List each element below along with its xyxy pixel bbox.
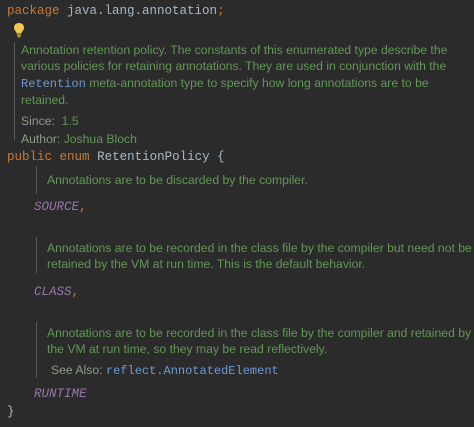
since-value: 1.5 bbox=[61, 114, 79, 129]
class-javadoc: Annotation retention policy. The constan… bbox=[14, 42, 473, 146]
class-constant: CLASS bbox=[34, 285, 72, 299]
runtime-javadoc: Annotations are to be recorded in the cl… bbox=[36, 322, 474, 378]
author-value: Joshua Bloch bbox=[63, 132, 137, 147]
author-label: Author: bbox=[21, 132, 61, 147]
author-tag: Author: Joshua Bloch bbox=[21, 131, 473, 147]
lightbulb-icon[interactable] bbox=[13, 22, 25, 38]
comma: , bbox=[79, 200, 87, 214]
package-name: java.lang.annotation bbox=[67, 4, 218, 18]
enum-constant-class[interactable]: CLASS, bbox=[34, 284, 79, 300]
source-doc-text: Annotations are to be discarded by the c… bbox=[47, 172, 308, 187]
public-modifier: public bbox=[7, 150, 53, 164]
runtime-constant: RUNTIME bbox=[34, 387, 87, 401]
enum-declaration[interactable]: public enum RetentionPolicy { bbox=[7, 149, 225, 165]
class-doc-description: Annotation retention policy. The constan… bbox=[21, 42, 473, 108]
closing-brace: } bbox=[7, 404, 15, 420]
class-doc-text: Annotations are to be recorded in the cl… bbox=[47, 241, 472, 272]
enum-keyword: enum bbox=[59, 150, 90, 164]
source-constant: SOURCE bbox=[34, 200, 80, 214]
see-also-label: See Also: bbox=[51, 362, 103, 377]
package-declaration[interactable]: package java.lang.annotation; bbox=[7, 3, 225, 19]
package-keyword: package bbox=[7, 4, 60, 18]
close-brace: } bbox=[7, 405, 15, 419]
see-also-tag: See Also: reflect.AnnotatedElement bbox=[47, 362, 474, 379]
enum-name: RetentionPolicy bbox=[97, 150, 210, 164]
code-editor[interactable]: package java.lang.annotation; Annotation… bbox=[0, 0, 474, 427]
package-semicolon: ; bbox=[217, 4, 225, 18]
since-label: Since: bbox=[21, 114, 55, 129]
source-javadoc: Annotations are to be discarded by the c… bbox=[36, 166, 474, 194]
comma: , bbox=[71, 285, 80, 299]
doc-text: Annotation retention policy. The constan… bbox=[21, 43, 448, 74]
open-brace: { bbox=[217, 150, 225, 164]
since-tag: Since: 1.5 bbox=[21, 113, 473, 129]
runtime-doc-text: Annotations are to be recorded in the cl… bbox=[47, 326, 472, 357]
enum-constant-source[interactable]: SOURCE, bbox=[34, 199, 87, 215]
class-constant-javadoc: Annotations are to be recorded in the cl… bbox=[36, 237, 474, 273]
enum-constant-runtime[interactable]: RUNTIME bbox=[34, 386, 87, 402]
annotated-element-link[interactable]: reflect.AnnotatedElement bbox=[106, 364, 279, 378]
retention-link[interactable]: Retention bbox=[21, 77, 86, 91]
